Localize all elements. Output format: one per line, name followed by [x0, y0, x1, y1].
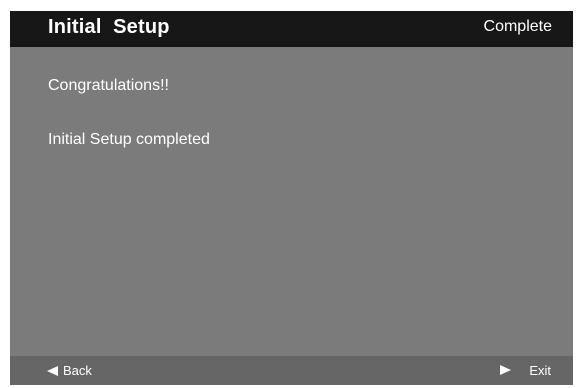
back-label: Back	[63, 363, 92, 378]
header-bar: Initial Setup Complete	[10, 11, 573, 47]
triangle-right-icon	[500, 364, 512, 375]
setup-screen: Initial Setup Complete Congratulations!!…	[10, 11, 573, 385]
completion-message: Initial Setup completed	[48, 131, 210, 148]
triangle-left-icon	[47, 366, 58, 376]
step-status: Complete	[483, 18, 552, 35]
page-title: Initial Setup	[48, 16, 170, 38]
exit-button[interactable]: Exit	[500, 356, 551, 385]
congrats-message: Congratulations!!	[48, 77, 169, 94]
back-button[interactable]: Back	[47, 356, 92, 385]
exit-label: Exit	[529, 363, 551, 378]
footer-bar: Back Exit	[10, 356, 573, 385]
